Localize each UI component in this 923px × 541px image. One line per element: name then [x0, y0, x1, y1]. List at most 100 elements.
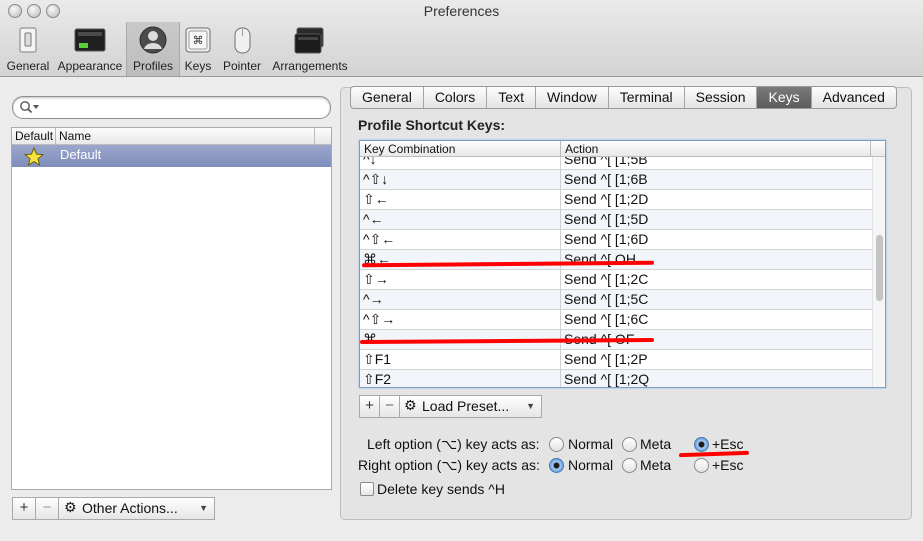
- appearance-monitor-icon: [73, 26, 107, 54]
- shortcut-table-scrollbar[interactable]: [872, 157, 885, 387]
- column-separator: [560, 170, 561, 189]
- shortcut-row[interactable]: ^→ Send ^[ [1;5C: [360, 290, 872, 310]
- right-option-esc-label: +Esc: [712, 457, 744, 473]
- left-option-normal-radio[interactable]: [549, 437, 564, 452]
- tab-keys[interactable]: Keys: [757, 87, 812, 108]
- column-separator: [560, 310, 561, 329]
- tab-colors[interactable]: Colors: [424, 87, 488, 108]
- default-star-icon: [24, 147, 44, 166]
- shortcut-action: Send ^[ [1;2C: [564, 271, 649, 287]
- load-preset-label: Load Preset...: [422, 398, 510, 414]
- column-header-name[interactable]: Name: [59, 129, 91, 143]
- shortcut-row[interactable]: ^⇧↓ Send ^[ [1;6B: [360, 170, 872, 190]
- profiles-list-header: Default Name: [12, 128, 331, 145]
- tab-window[interactable]: Window: [536, 87, 609, 108]
- toolbar-keys[interactable]: ⌘ Keys: [182, 22, 214, 76]
- right-option-normal-radio[interactable]: [549, 458, 564, 473]
- left-option-esc-label: +Esc: [712, 436, 744, 452]
- right-option-meta-radio[interactable]: [622, 458, 637, 473]
- toolbar-arrangements-label: Arrangements: [272, 59, 348, 73]
- add-shortcut-button[interactable]: +: [359, 395, 380, 418]
- toolbar-profiles-label: Profiles: [132, 59, 173, 73]
- shortcut-action: Send ^[ [1;6B: [564, 171, 648, 187]
- popup-arrow-icon: ▼: [199, 503, 208, 513]
- delete-key-checkbox[interactable]: [360, 482, 374, 496]
- general-switch-icon: [13, 26, 43, 54]
- toolbar-appearance[interactable]: Appearance: [56, 22, 124, 76]
- profile-name: Default: [60, 147, 102, 162]
- shortcut-keys-heading: Profile Shortcut Keys:: [358, 117, 506, 133]
- right-option-meta-label: Meta: [640, 457, 672, 473]
- shortcut-row[interactable]: ⇧F1 Send ^[ [1;2P: [360, 350, 872, 370]
- window-title: Preferences: [423, 3, 500, 19]
- keys-command-icon: ⌘: [183, 26, 213, 54]
- right-option-esc-radio[interactable]: [694, 458, 709, 473]
- shortcut-key-combination: ⇧F2: [363, 371, 392, 387]
- load-preset-popup[interactable]: ⚙ Load Preset... ▼: [399, 395, 542, 418]
- shortcut-row[interactable]: ⌘← Send ^[ OH: [360, 250, 872, 270]
- shortcut-action: Send ^[ [1;5D: [564, 211, 649, 227]
- toolbar-appearance-label: Appearance: [57, 59, 123, 73]
- tab-advanced[interactable]: Advanced: [812, 87, 896, 108]
- left-option-label: Left option (⌥) key acts as:: [367, 436, 540, 452]
- toolbar-general[interactable]: General: [4, 22, 52, 76]
- toolbar-general-label: General: [6, 59, 50, 73]
- column-header-default[interactable]: Default: [15, 129, 53, 143]
- tab-general[interactable]: General: [351, 87, 424, 108]
- toolbar-profiles[interactable]: Profiles: [126, 22, 180, 76]
- shortcut-action: Send ^[ OH: [564, 251, 636, 267]
- column-header-key-combination[interactable]: Key Combination: [364, 142, 455, 156]
- shortcut-key-combination: ^←: [363, 211, 384, 227]
- shortcut-key-combination: ⇧→: [363, 271, 389, 287]
- column-separator: [560, 370, 561, 387]
- shortcut-rows: ^↓ Send ^[ [1;5B ^⇧↓ Send ^[ [1;6B ⇧← Send ^[…: [360, 150, 872, 387]
- shortcut-action: Send ^[ [1;6C: [564, 311, 649, 327]
- left-option-normal-label: Normal: [568, 436, 614, 452]
- shortcut-action: Send ^[ [1;6D: [564, 231, 649, 247]
- tab-terminal[interactable]: Terminal: [609, 87, 685, 108]
- shortcut-table-header: Key Combination Action: [360, 141, 885, 157]
- gear-icon: ⚙: [404, 398, 417, 414]
- other-actions-popup[interactable]: ⚙ Other Actions... ▼: [58, 497, 215, 520]
- column-separator: [560, 250, 561, 269]
- profiles-person-icon: [138, 26, 168, 54]
- gear-icon: ⚙: [64, 500, 77, 516]
- shortcut-action: Send ^[ [1;2Q: [564, 371, 650, 387]
- shortcut-key-combination: ^⇧↓: [363, 171, 389, 187]
- shortcut-row[interactable]: ^← Send ^[ [1;5D: [360, 210, 872, 230]
- shortcut-row[interactable]: ⇧F2 Send ^[ [1;2Q: [360, 370, 872, 387]
- shortcut-action: Send ^[ [1;2D: [564, 191, 649, 207]
- shortcut-key-combination: ⇧←: [363, 191, 389, 207]
- shortcut-key-combination: ^⇧←: [363, 231, 396, 247]
- tab-text[interactable]: Text: [487, 87, 536, 108]
- column-separator: [560, 290, 561, 309]
- shortcut-action: Send ^[ [1;5C: [564, 291, 649, 307]
- shortcut-row[interactable]: ^⇧← Send ^[ [1;6D: [360, 230, 872, 250]
- delete-key-label: Delete key sends ^H: [377, 481, 505, 497]
- profiles-list[interactable]: Default Name Default: [11, 127, 332, 490]
- tab-session[interactable]: Session: [685, 87, 758, 108]
- shortcut-row[interactable]: ⇧← Send ^[ [1;2D: [360, 190, 872, 210]
- shortcut-row[interactable]: ^⇧→ Send ^[ [1;6C: [360, 310, 872, 330]
- column-header-action[interactable]: Action: [565, 142, 598, 156]
- profile-row-default[interactable]: Default: [12, 145, 331, 167]
- right-option-normal-label: Normal: [568, 457, 614, 473]
- add-profile-button[interactable]: +: [12, 497, 36, 520]
- left-option-meta-label: Meta: [640, 436, 672, 452]
- left-option-meta-radio[interactable]: [622, 437, 637, 452]
- shortcut-key-combination: ^⇧→: [363, 311, 396, 327]
- column-separator: [560, 230, 561, 249]
- right-option-label: Right option (⌥) key acts as:: [358, 457, 540, 473]
- remove-shortcut-button[interactable]: −: [379, 395, 400, 418]
- remove-profile-button[interactable]: −: [35, 497, 59, 520]
- profile-search-input[interactable]: [12, 96, 331, 119]
- left-option-esc-radio[interactable]: [694, 437, 709, 452]
- column-separator: [560, 270, 561, 289]
- toolbar-pointer[interactable]: Pointer: [220, 22, 264, 76]
- toolbar-keys-label: Keys: [184, 59, 212, 73]
- pointer-mouse-icon: [227, 26, 257, 54]
- toolbar-arrangements[interactable]: Arrangements: [268, 22, 352, 76]
- popup-arrow-icon: ▼: [526, 401, 535, 411]
- shortcut-row[interactable]: ⇧→ Send ^[ [1;2C: [360, 270, 872, 290]
- scrollbar-thumb[interactable]: [876, 235, 883, 301]
